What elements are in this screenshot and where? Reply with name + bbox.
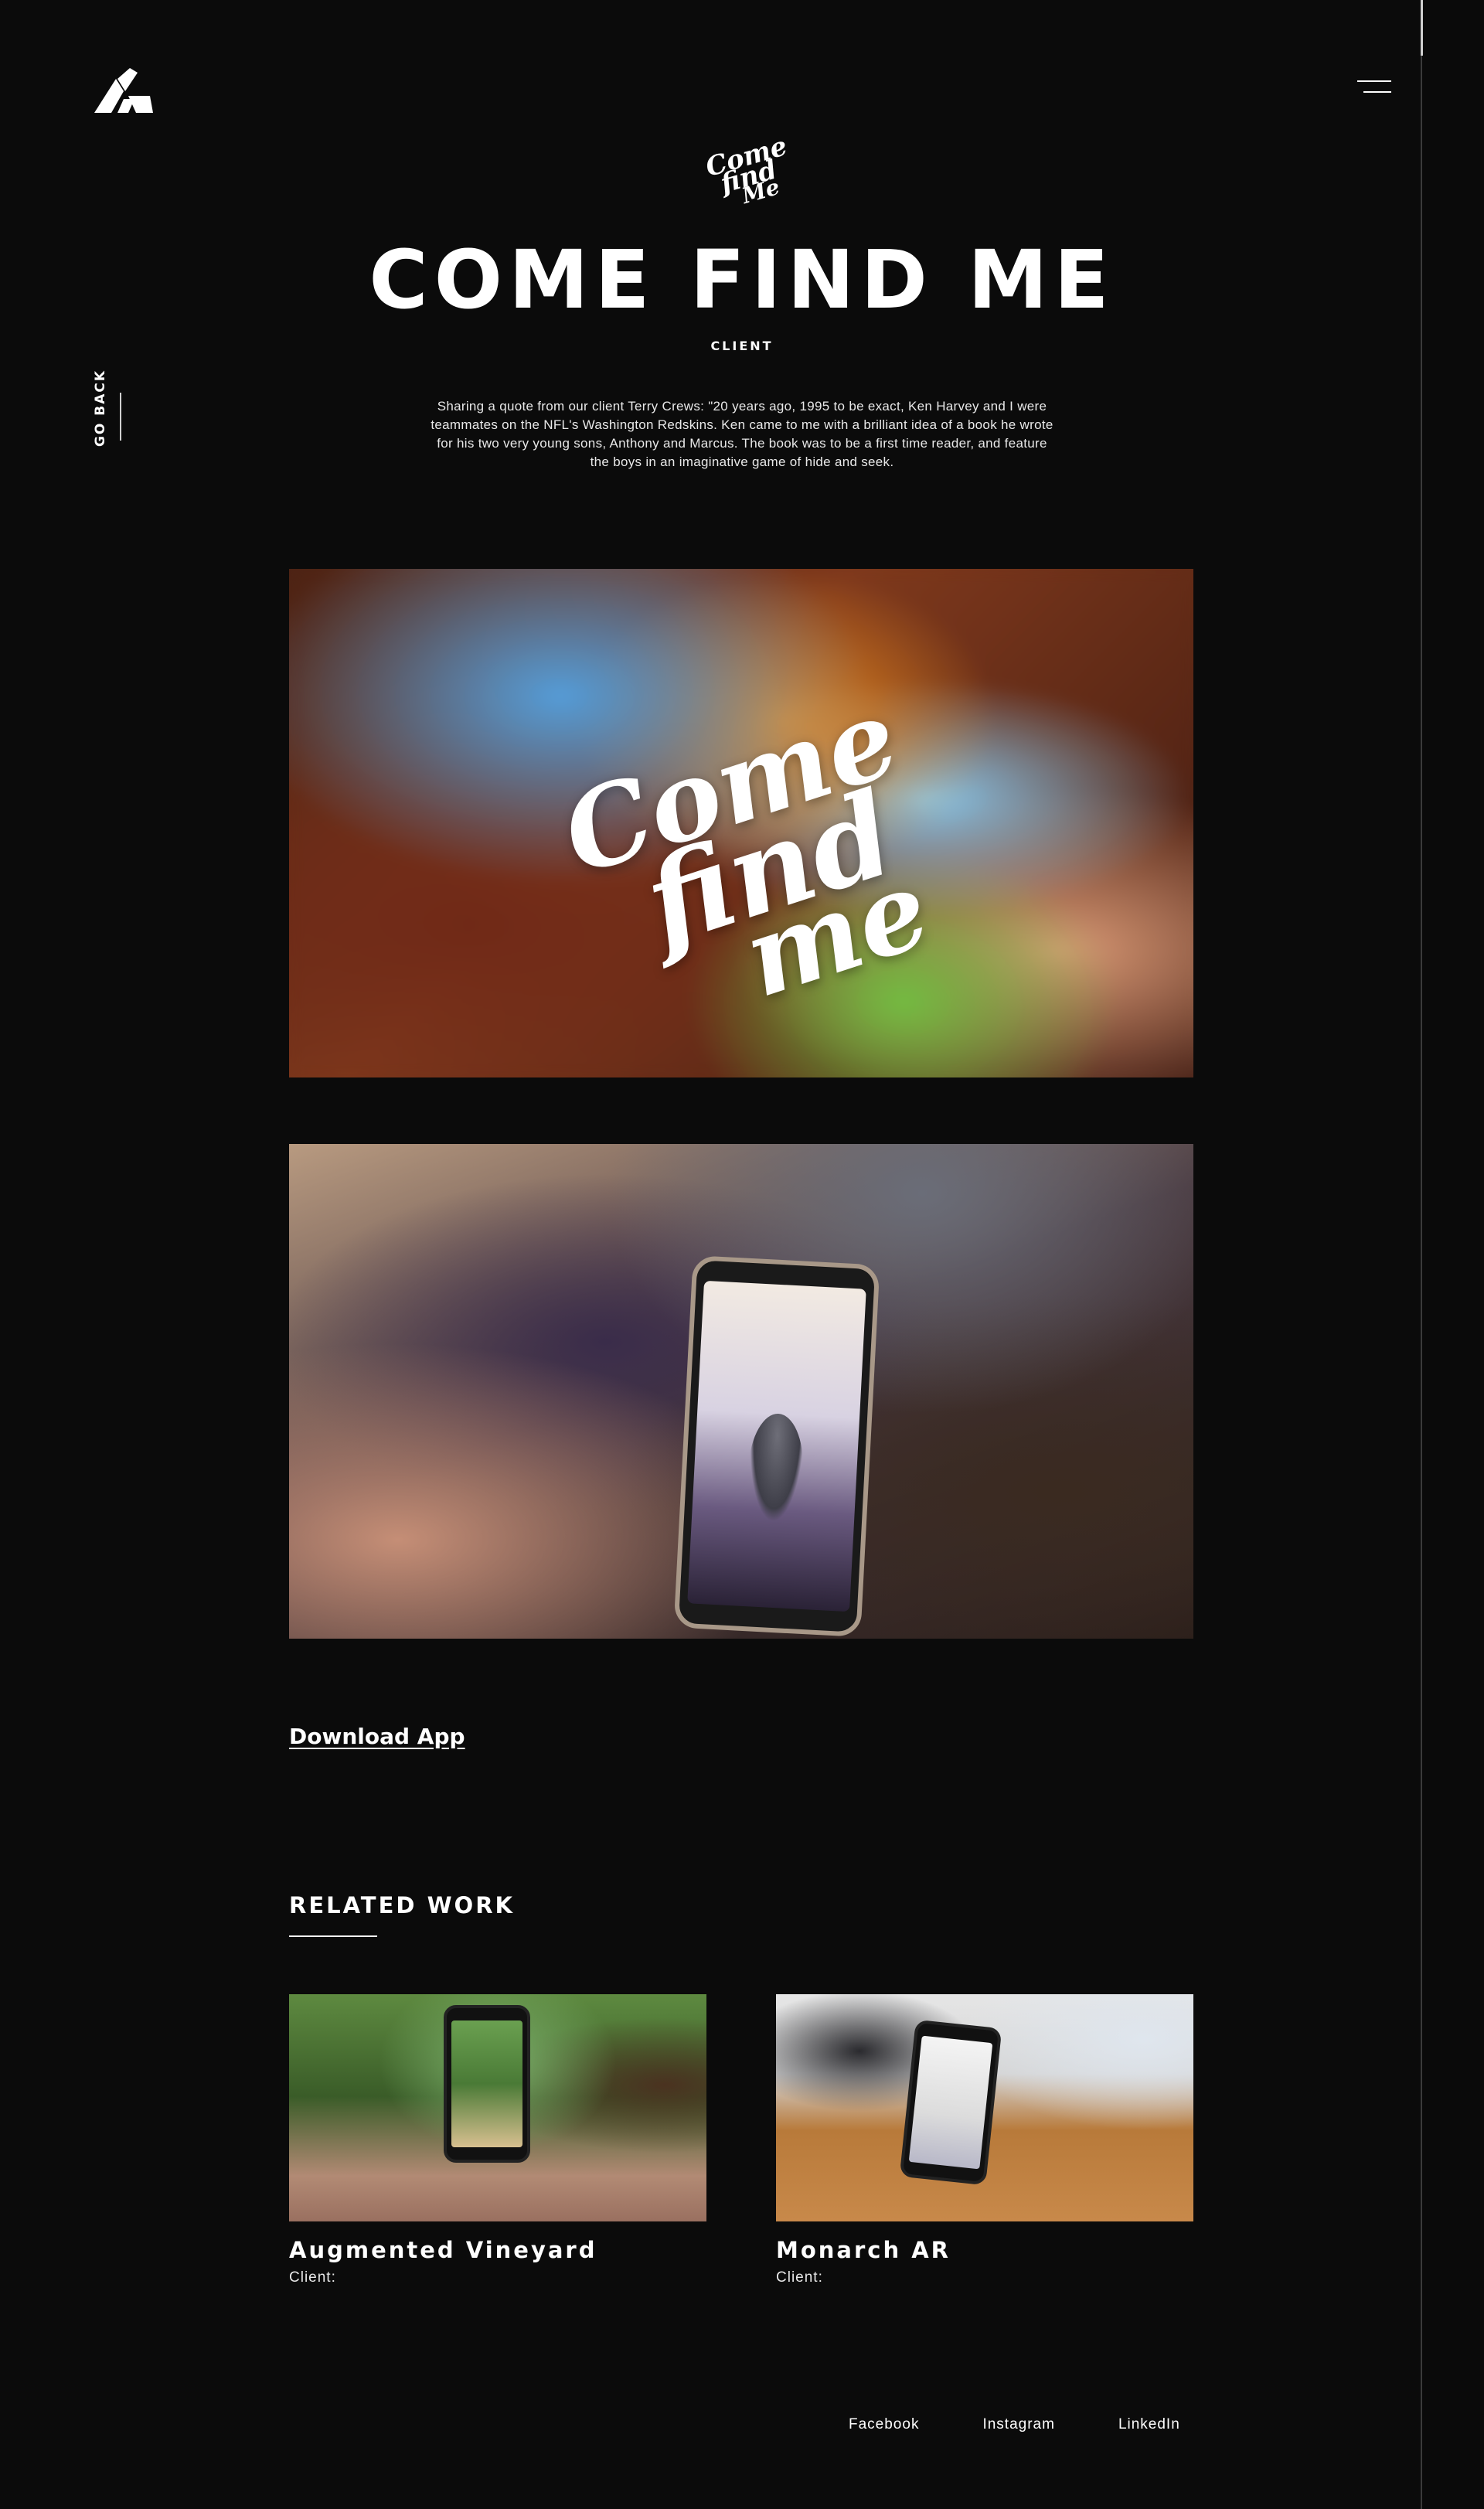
- go-back-link[interactable]: GO BACK: [73, 369, 135, 448]
- download-app-link[interactable]: Download App: [289, 1724, 465, 1749]
- card-client: Client:: [289, 2269, 336, 2286]
- related-card-monarch-ar[interactable]: Monarch AR Client:: [776, 1994, 1193, 2286]
- menu-line-top: [1357, 80, 1391, 82]
- brand-logo-icon[interactable]: [94, 68, 153, 113]
- phone-screen: [451, 2020, 522, 2147]
- related-work-heading: RELATED WORK: [289, 1892, 516, 1918]
- go-back-divider: [120, 393, 121, 441]
- footer-link-facebook[interactable]: Facebook: [849, 2416, 919, 2433]
- page-title: COME FIND ME: [369, 233, 1115, 327]
- footer-social-links: Facebook Instagram LinkedIn: [849, 2416, 1180, 2433]
- related-work-underline: [289, 1935, 377, 1937]
- ar-demo-image: [289, 1144, 1193, 1639]
- card-thumbnail[interactable]: [776, 1994, 1193, 2221]
- card-thumbnail[interactable]: [289, 1994, 706, 2221]
- related-card-augmented-vineyard[interactable]: Augmented Vineyard Client:: [289, 1994, 706, 2286]
- phone-illustration: [899, 2019, 1002, 2186]
- client-label: CLIENT: [710, 339, 774, 353]
- ar-cobra-figure: [745, 1412, 806, 1523]
- card-title[interactable]: Augmented Vineyard: [289, 2237, 706, 2263]
- scrollbar-track[interactable]: [1421, 0, 1484, 2509]
- footer-link-linkedin[interactable]: LinkedIn: [1118, 2416, 1180, 2433]
- phone-screen: [908, 2035, 993, 2170]
- hamburger-icon[interactable]: [1353, 77, 1391, 97]
- card-title[interactable]: Monarch AR: [776, 2237, 1193, 2263]
- menu-line-bottom: [1363, 91, 1391, 93]
- phone-screen: [687, 1280, 866, 1612]
- phone-illustration: [444, 2005, 530, 2163]
- banner-logo-text: Come find me: [548, 638, 985, 1023]
- footer-link-instagram[interactable]: Instagram: [982, 2416, 1054, 2433]
- phone-illustration: [673, 1254, 880, 1638]
- card-client: Client:: [776, 2269, 823, 2286]
- come-find-me-logo: Come find Me: [665, 130, 819, 215]
- scrollbar-thumb[interactable]: [1421, 0, 1423, 56]
- intro-paragraph: Sharing a quote from our client Terry Cr…: [431, 399, 1053, 469]
- go-back-label: GO BACK: [93, 369, 109, 448]
- hero-banner-image: Come find me: [289, 569, 1193, 1077]
